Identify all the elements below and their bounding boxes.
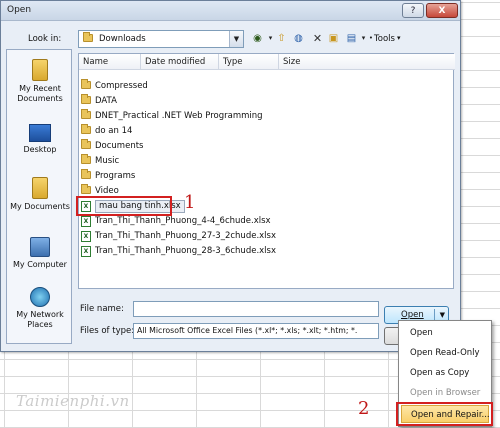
item-name: Tran_Thi_Thanh_Phuong_4-4_6chude.xlsx	[95, 216, 271, 226]
folder-icon	[81, 139, 91, 149]
menu-item-open-read-only[interactable]: Open Read-Only	[401, 344, 489, 362]
files-of-type-label: Files of type:	[80, 326, 135, 336]
network-icon	[30, 287, 50, 307]
excel-file-icon: X	[81, 231, 91, 242]
tools-chevron-icon[interactable]: ▾	[397, 34, 401, 42]
search-web-icon[interactable]: ◍	[291, 31, 306, 46]
title-bar: Open ? X	[1, 1, 460, 21]
list-item[interactable]: Documents	[81, 139, 341, 153]
help-button[interactable]: ?	[402, 3, 424, 18]
item-name: Documents	[95, 141, 144, 151]
close-button[interactable]: X	[426, 3, 458, 18]
place-my-computer[interactable]: My Computer	[7, 237, 73, 270]
folder-icon	[81, 109, 91, 119]
delete-icon[interactable]: ✕	[310, 31, 325, 46]
menu-item-open-in-browser: Open in Browser	[410, 388, 481, 398]
list-item[interactable]: X Tran_Thi_Thanh_Phuong_28-3_6chude.xlsx	[81, 245, 341, 258]
folder-icon	[81, 169, 91, 179]
place-my-recent-documents[interactable]: My Recent Documents	[7, 59, 73, 104]
menu-item-open-as-copy[interactable]: Open as Copy	[401, 364, 489, 382]
look-in-dropdown[interactable]: Downloads ▼	[78, 30, 244, 48]
place-label: My Network Places	[16, 310, 64, 329]
column-header-date-modified[interactable]: Date modified	[141, 54, 219, 70]
place-label: Desktop	[23, 145, 57, 154]
item-name: Tran_Thi_Thanh_Phuong_28-3_6chude.xlsx	[95, 246, 276, 256]
look-in-label: Look in:	[28, 34, 62, 44]
list-item[interactable]: Compressed	[81, 79, 341, 93]
annotation-step-2: 2	[358, 398, 370, 419]
folder-icon	[81, 79, 91, 89]
place-label: My Computer	[13, 260, 67, 269]
column-header-size[interactable]: Size	[279, 54, 455, 70]
watermark: Taimienphi.vn	[16, 392, 130, 410]
column-header-type[interactable]: Type	[219, 54, 279, 70]
recent-documents-icon	[32, 59, 48, 81]
list-item[interactable]: X Tran_Thi_Thanh_Phuong_4-4_6chude.xlsx	[81, 215, 341, 228]
file-name-input[interactable]	[133, 301, 379, 317]
column-header-name[interactable]: Name	[79, 54, 141, 70]
list-item[interactable]: Music	[81, 154, 341, 168]
list-item[interactable]: Programs	[81, 169, 341, 183]
place-my-network-places[interactable]: My Network Places	[7, 287, 73, 330]
item-name: Tran_Thi_Thanh_Phuong_27-3_2chude.xlsx	[95, 231, 276, 241]
places-bar: My Recent Documents Desktop My Documents…	[6, 49, 72, 344]
new-folder-icon[interactable]: ▣	[326, 31, 341, 46]
folder-icon	[81, 184, 91, 194]
highlight-box-1	[76, 196, 172, 216]
list-item[interactable]: DNET_Practical .NET Web Programming	[81, 109, 341, 123]
desktop-icon	[29, 124, 51, 142]
file-list: Name Date modified Type Size Compressed …	[76, 53, 455, 289]
place-desktop[interactable]: Desktop	[7, 124, 73, 155]
annotation-step-1: 1	[184, 192, 196, 213]
place-label: My Documents	[10, 202, 70, 211]
place-label: My Recent Documents	[17, 84, 63, 103]
item-name: Compressed	[95, 81, 148, 91]
folder-icon	[81, 124, 91, 134]
folder-icon	[81, 154, 91, 164]
computer-icon	[30, 237, 50, 257]
item-name: do an 14	[95, 126, 133, 136]
item-name: DATA	[95, 96, 117, 106]
files-of-type-select[interactable]: All Microsoft Office Excel Files (*.xl*;…	[133, 323, 379, 339]
folder-icon	[81, 94, 91, 104]
tools-menu[interactable]: Tools	[374, 34, 395, 44]
menu-item-open[interactable]: Open	[401, 324, 489, 342]
list-item[interactable]: do an 14	[81, 124, 341, 138]
up-folder-icon[interactable]: ⇧	[274, 31, 289, 46]
item-name: Music	[95, 156, 120, 166]
excel-file-icon: X	[81, 216, 91, 227]
look-in-value: Downloads	[99, 34, 146, 44]
open-dialog: Open ? X Look in: Downloads ▼ ◉ ▾ ⇧ ◍ ✕ …	[0, 0, 461, 352]
chevron-down-icon[interactable]: ▼	[229, 31, 243, 47]
excel-file-icon: X	[81, 246, 91, 257]
list-item[interactable]: X Tran_Thi_Thanh_Phuong_27-3_2chude.xlsx	[81, 230, 341, 243]
my-documents-icon	[32, 177, 48, 199]
place-my-documents[interactable]: My Documents	[7, 177, 73, 212]
item-name: Programs	[95, 171, 136, 181]
list-item[interactable]: DATA	[81, 94, 341, 108]
file-name-label: File name:	[80, 304, 124, 314]
item-name: DNET_Practical .NET Web Programming	[95, 111, 263, 121]
highlight-box-2	[396, 402, 493, 426]
dialog-title: Open	[7, 5, 32, 15]
folder-icon	[83, 32, 93, 42]
